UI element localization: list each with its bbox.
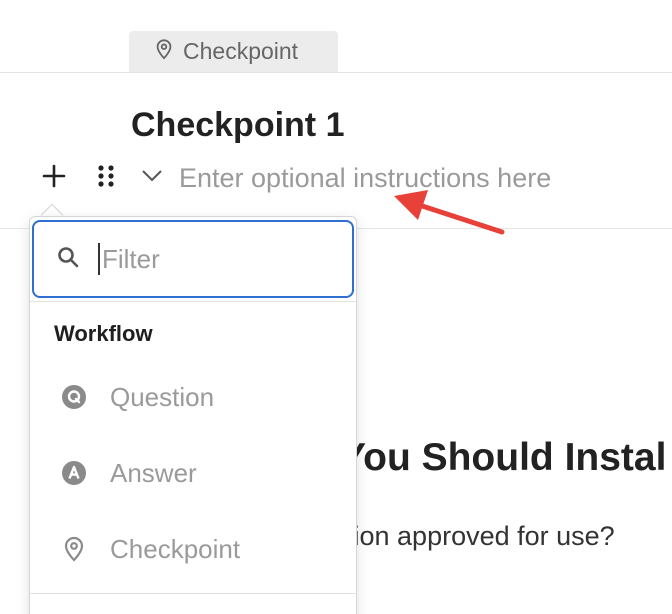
insert-menu: Workflow Question Answer (29, 216, 357, 614)
menu-item-label: Checkpoint (110, 533, 241, 564)
menu-item-checkpoint[interactable]: Checkpoint (30, 521, 356, 577)
annotation-arrow (394, 190, 505, 235)
section-label-workflow: Workflow (54, 321, 153, 346)
menu-item-question[interactable]: Question (30, 369, 356, 425)
filter-field[interactable] (32, 220, 354, 298)
drag-handle-button[interactable] (90, 162, 122, 194)
question-icon (60, 383, 88, 411)
answer-icon (60, 459, 88, 487)
drag-handle-icon (97, 164, 115, 193)
plus-icon (41, 163, 67, 194)
background-text: tion approved for use? (346, 521, 615, 551)
location-pin-icon (60, 535, 88, 563)
top-divider (0, 72, 672, 73)
menu-item-label: Question (110, 381, 215, 412)
block-title: Checkpoint 1 (131, 106, 345, 144)
background-heading: You Should Instal (340, 436, 667, 479)
chevron-down-icon (141, 169, 163, 188)
menu-item-label: Answer (110, 457, 197, 488)
search-icon (56, 245, 80, 274)
menu-divider (30, 301, 356, 302)
checkpoint-tag[interactable]: Checkpoint (129, 31, 338, 72)
add-block-button[interactable] (38, 162, 70, 194)
location-pin-icon (153, 38, 175, 66)
menu-divider (30, 593, 356, 594)
page: Checkpoint Checkpoint 1 You Should Insta… (0, 0, 672, 614)
tag-label: Checkpoint (183, 38, 299, 64)
collapse-button[interactable] (136, 162, 168, 194)
filter-input[interactable] (98, 243, 318, 275)
menu-item-answer[interactable]: Answer (30, 445, 356, 501)
